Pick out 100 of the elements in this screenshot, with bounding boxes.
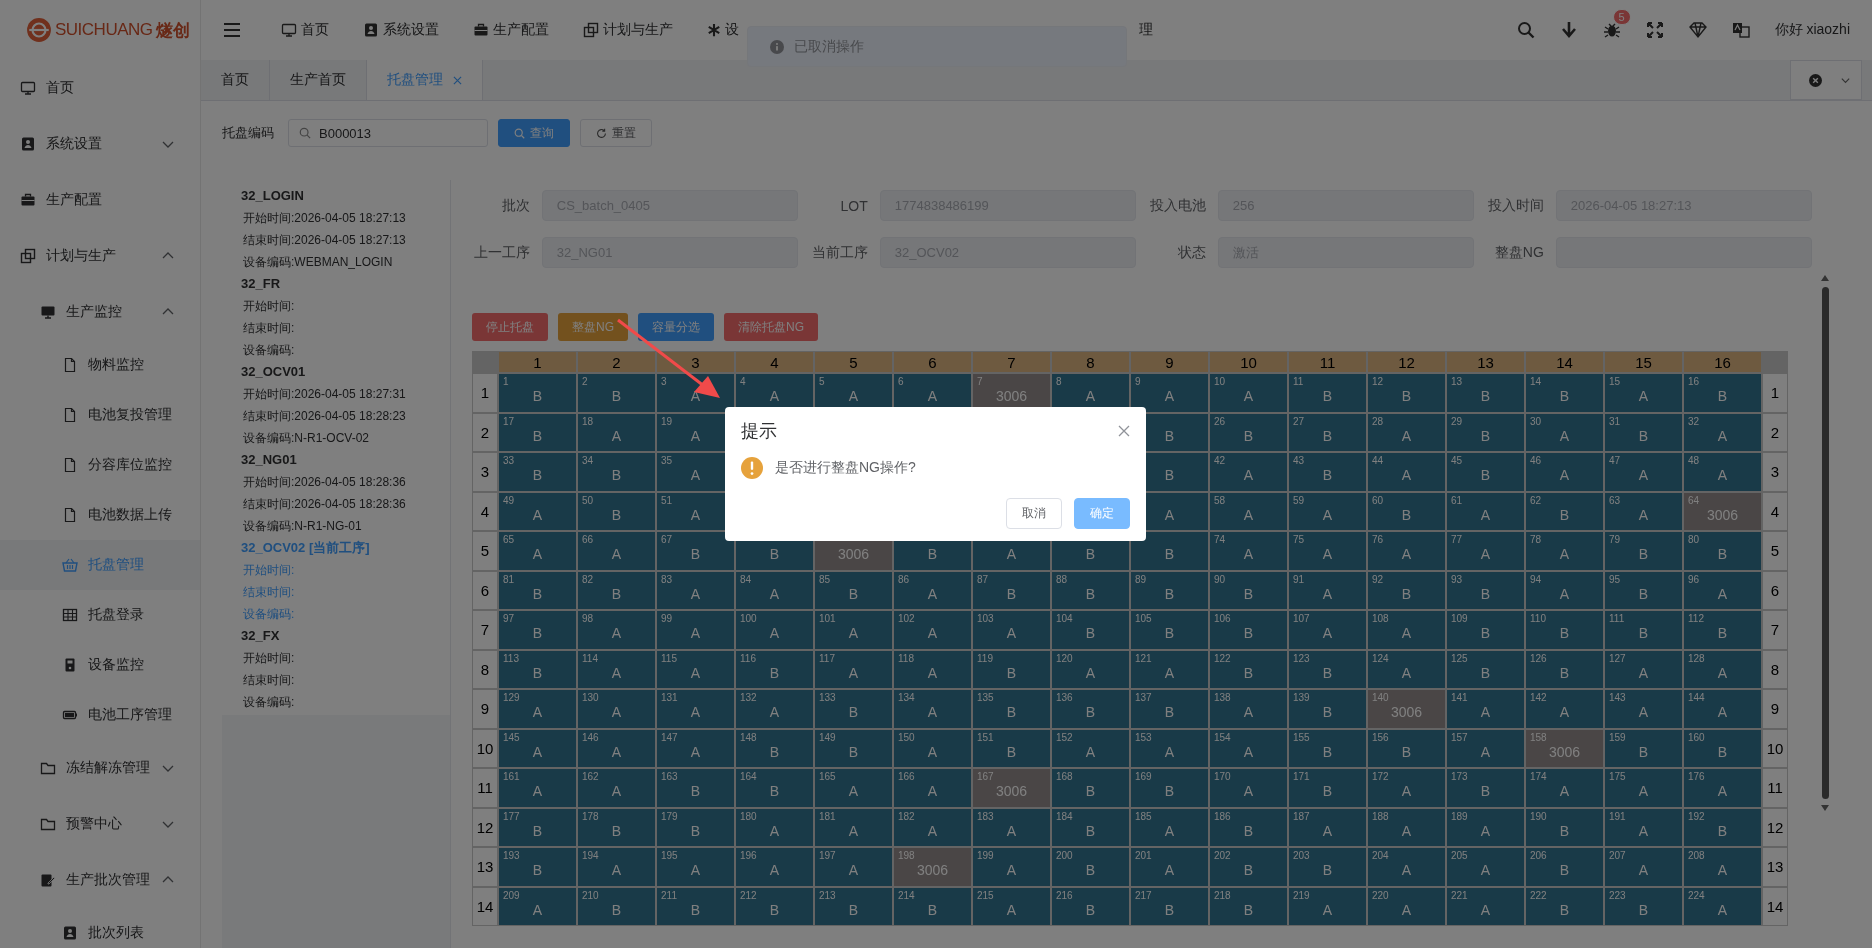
tray-cell[interactable]: 179 B: [657, 808, 734, 846]
tray-cell[interactable]: 109 B: [1447, 611, 1524, 649]
tray-cell[interactable]: 145 A: [499, 729, 576, 767]
tray-cell[interactable]: 149 B: [815, 729, 892, 767]
tray-cell[interactable]: 144 A: [1684, 690, 1761, 728]
tray-cell[interactable]: 132 A: [736, 690, 813, 728]
confirm-button[interactable]: 确定: [1074, 498, 1130, 529]
tray-cell[interactable]: 142 A: [1526, 690, 1603, 728]
tray-cell[interactable]: 78 A: [1526, 532, 1603, 570]
tray-cell[interactable]: 147 A: [657, 729, 734, 767]
tray-cell[interactable]: 33 B: [499, 453, 576, 491]
tray-cell[interactable]: 107 A: [1289, 611, 1366, 649]
tray-cell[interactable]: 103 A: [973, 611, 1050, 649]
tray-cell[interactable]: 126 B: [1526, 650, 1603, 688]
tray-cell[interactable]: 129 A: [499, 690, 576, 728]
tray-cell[interactable]: 115 A: [657, 650, 734, 688]
tray-cell[interactable]: 43 B: [1289, 453, 1366, 491]
nav-item[interactable]: 设: [707, 21, 739, 39]
tray-cell[interactable]: 206 B: [1526, 848, 1603, 886]
tray-cell[interactable]: 166 A: [894, 769, 971, 807]
tray-cell[interactable]: 92 B: [1368, 571, 1445, 609]
tray-cell[interactable]: 151 B: [973, 729, 1050, 767]
action-button[interactable]: 停止托盘: [472, 313, 548, 341]
tray-cell[interactable]: 216 B: [1052, 887, 1129, 925]
tray-cell[interactable]: 128 A: [1684, 650, 1761, 688]
tray-cell[interactable]: 11 B: [1289, 374, 1366, 412]
tray-cell[interactable]: 187 A: [1289, 808, 1366, 846]
tray-cell[interactable]: 180 A: [736, 808, 813, 846]
action-button[interactable]: 清除托盘NG: [724, 313, 818, 341]
tray-cell[interactable]: 194 A: [578, 848, 655, 886]
tray-cell[interactable]: 119 B: [973, 650, 1050, 688]
tray-cell[interactable]: 204 A: [1368, 848, 1445, 886]
tray-cell[interactable]: 189 A: [1447, 808, 1524, 846]
tray-cell[interactable]: 153 A: [1131, 729, 1208, 767]
nav-item[interactable]: 系统设置: [363, 21, 439, 39]
tray-cell[interactable]: 123 B: [1289, 650, 1366, 688]
tray-cell[interactable]: 138 A: [1210, 690, 1287, 728]
tray-cell[interactable]: 9 A: [1131, 374, 1208, 412]
tray-cell[interactable]: 18 A: [578, 413, 655, 451]
tray-cell[interactable]: 131 A: [657, 690, 734, 728]
tray-cell[interactable]: 125 B: [1447, 650, 1524, 688]
user-greeting[interactable]: 你好 xiaozhi: [1774, 21, 1850, 39]
tray-cell[interactable]: 182 A: [894, 808, 971, 846]
sidebar-item[interactable]: 托盘管理: [0, 540, 200, 590]
sidebar-item[interactable]: 设备监控: [0, 640, 200, 690]
tray-cell[interactable]: 130 A: [578, 690, 655, 728]
tray-cell[interactable]: 178 B: [578, 808, 655, 846]
tray-cell[interactable]: 48 A: [1684, 453, 1761, 491]
sidebar-item[interactable]: 冻结解冻管理: [0, 740, 200, 796]
tray-cell[interactable]: 156 B: [1368, 729, 1445, 767]
tray-cell[interactable]: 161 A: [499, 769, 576, 807]
tray-cell[interactable]: 209 A: [499, 887, 576, 925]
tray-cell[interactable]: 99 A: [657, 611, 734, 649]
tray-cell[interactable]: 44 A: [1368, 453, 1445, 491]
tray-cell[interactable]: 86 A: [894, 571, 971, 609]
reset-button[interactable]: 重置: [580, 119, 652, 147]
tray-cell[interactable]: 1 B: [499, 374, 576, 412]
tray-cell[interactable]: 34 B: [578, 453, 655, 491]
tray-cell[interactable]: 159 B: [1605, 729, 1682, 767]
menu-icon[interactable]: [223, 22, 241, 38]
tray-cell[interactable]: 66 A: [578, 532, 655, 570]
tray-cell[interactable]: 2 B: [578, 374, 655, 412]
tray-cell[interactable]: 58 A: [1210, 492, 1287, 530]
tray-cell[interactable]: 45 B: [1447, 453, 1524, 491]
search-icon[interactable]: [1516, 21, 1535, 39]
tray-cell[interactable]: 160 B: [1684, 729, 1761, 767]
tray-cell[interactable]: 163 B: [657, 769, 734, 807]
tray-cell[interactable]: 196 A: [736, 848, 813, 886]
tray-cell[interactable]: 63 A: [1605, 492, 1682, 530]
sidebar-item[interactable]: 生产批次管理: [0, 852, 200, 908]
tray-cell[interactable]: 219 A: [1289, 887, 1366, 925]
tray-cell[interactable]: 205 A: [1447, 848, 1524, 886]
tray-cell[interactable]: 118 A: [894, 650, 971, 688]
tray-cell[interactable]: 152 A: [1052, 729, 1129, 767]
tray-cell[interactable]: 186 B: [1210, 808, 1287, 846]
tray-cell[interactable]: 30 A: [1526, 413, 1603, 451]
action-button[interactable]: 整盘NG: [558, 313, 628, 341]
tray-cell[interactable]: 47 A: [1605, 453, 1682, 491]
tray-cell[interactable]: 210 B: [578, 887, 655, 925]
search-field[interactable]: B000013: [288, 119, 488, 147]
bug-icon[interactable]: [1602, 21, 1621, 39]
tray-cell[interactable]: 17 B: [499, 413, 576, 451]
tray-cell[interactable]: 185 A: [1131, 808, 1208, 846]
tray-cell[interactable]: 106 B: [1210, 611, 1287, 649]
tray-cell[interactable]: 175 A: [1605, 769, 1682, 807]
cancel-button[interactable]: 取消: [1006, 498, 1062, 529]
tray-cell[interactable]: 135 B: [973, 690, 1050, 728]
tray-cell[interactable]: 79 B: [1605, 532, 1682, 570]
tray-cell[interactable]: 218 B: [1210, 887, 1287, 925]
tray-cell[interactable]: 97 B: [499, 611, 576, 649]
diamond-icon[interactable]: [1688, 21, 1707, 39]
tray-cell[interactable]: 137 B: [1131, 690, 1208, 728]
nav-item[interactable]: 首页: [281, 21, 329, 39]
sidebar-item[interactable]: 物料监控: [0, 340, 200, 390]
tray-cell[interactable]: 62 B: [1526, 492, 1603, 530]
tray-cell[interactable]: 212 B: [736, 887, 813, 925]
tray-cell[interactable]: 67 B: [657, 532, 734, 570]
tray-cell[interactable]: 90 B: [1210, 571, 1287, 609]
sidebar-item[interactable]: 系统设置: [0, 116, 200, 172]
tray-cell[interactable]: 221 A: [1447, 887, 1524, 925]
